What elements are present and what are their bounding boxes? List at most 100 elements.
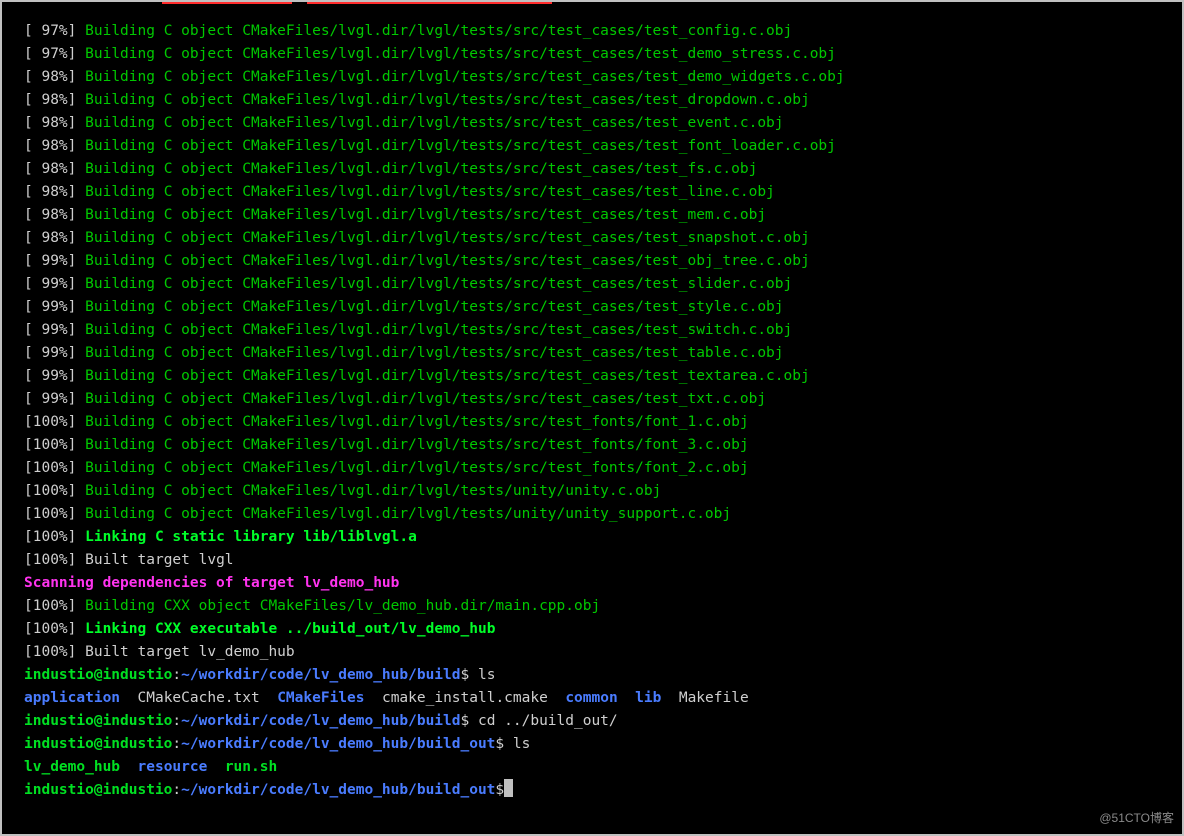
output-line: [ 97%] Building C object CMakeFiles/lvgl…	[24, 20, 1178, 43]
progress-bracket: [	[24, 184, 33, 200]
link-text: Linking CXX executable ../build_out/lv_d…	[85, 621, 495, 637]
progress-pct: 100%	[33, 437, 68, 453]
output-line: [ 98%] Building C object CMakeFiles/lvgl…	[24, 135, 1178, 158]
progress-bracket: ]	[68, 276, 85, 292]
prompt-path: ~/workdir/code/lv_demo_hub/build	[181, 713, 460, 729]
tab-indicator-2[interactable]	[307, 2, 552, 4]
progress-bracket: [	[24, 483, 33, 499]
progress-bracket: ]	[68, 621, 85, 637]
build-text: Building C object CMakeFiles/lvgl.dir/lv…	[85, 46, 836, 62]
output-line: [ 99%] Building C object CMakeFiles/lvgl…	[24, 319, 1178, 342]
ls-output: application CMakeCache.txt CMakeFiles cm…	[24, 687, 1178, 710]
prompt-dollar: $	[461, 713, 470, 729]
progress-bracket: ]	[68, 345, 85, 361]
dir-entry: lib	[635, 690, 661, 706]
dir-entry: CMakeFiles	[277, 690, 364, 706]
progress-pct: 99%	[33, 276, 68, 292]
dir-entry: application	[24, 690, 120, 706]
output-line: [100%] Built target lvgl	[24, 549, 1178, 572]
progress-bracket: ]	[68, 391, 85, 407]
dir-entry: resource	[138, 759, 208, 775]
progress-pct: 100%	[33, 552, 68, 568]
progress-pct: 98%	[33, 207, 68, 223]
output-line: [100%] Building C object CMakeFiles/lvgl…	[24, 480, 1178, 503]
output-line: [ 97%] Building C object CMakeFiles/lvgl…	[24, 43, 1178, 66]
progress-bracket: ]	[68, 69, 85, 85]
output-line: [ 98%] Building C object CMakeFiles/lvgl…	[24, 227, 1178, 250]
done-text: Built target lvgl	[85, 552, 233, 568]
progress-bracket: [	[24, 207, 33, 223]
prompt-sep: :	[172, 736, 181, 752]
prompt-path: ~/workdir/code/lv_demo_hub/build	[181, 667, 460, 683]
scan-line: Scanning dependencies of target lv_demo_…	[24, 572, 1178, 595]
file-entry: CMakeCache.txt	[138, 690, 260, 706]
progress-pct: 98%	[33, 138, 68, 154]
progress-pct: 98%	[33, 92, 68, 108]
build-text: Building C object CMakeFiles/lvgl.dir/lv…	[85, 345, 783, 361]
progress-pct: 98%	[33, 230, 68, 246]
prompt-line[interactable]: industio@industio:~/workdir/code/lv_demo…	[24, 779, 1178, 802]
exec-entry: lv_demo_hub	[24, 759, 120, 775]
build-text: Building C object CMakeFiles/lvgl.dir/lv…	[85, 506, 731, 522]
cursor	[504, 779, 513, 797]
progress-bracket: ]	[68, 230, 85, 246]
file-entry: Makefile	[679, 690, 749, 706]
build-text: Building C object CMakeFiles/lvgl.dir/lv…	[85, 368, 810, 384]
progress-bracket: ]	[68, 92, 85, 108]
output-line: [100%] Building C object CMakeFiles/lvgl…	[24, 457, 1178, 480]
progress-bracket: ]	[68, 437, 85, 453]
watermark: @51CTO博客	[1099, 807, 1174, 830]
command-text: ls	[469, 667, 495, 683]
progress-bracket: ]	[68, 552, 85, 568]
progress-pct: 98%	[33, 161, 68, 177]
progress-bracket: ]	[68, 115, 85, 131]
prompt-line[interactable]: industio@industio:~/workdir/code/lv_demo…	[24, 733, 1178, 756]
file-entry: cmake_install.cmake	[382, 690, 548, 706]
progress-bracket: [	[24, 621, 33, 637]
progress-bracket: ]	[68, 299, 85, 315]
dir-entry: common	[565, 690, 617, 706]
progress-bracket: [	[24, 46, 33, 62]
build-text: Building C object CMakeFiles/lvgl.dir/lv…	[85, 437, 748, 453]
output-line: [ 98%] Building C object CMakeFiles/lvgl…	[24, 112, 1178, 135]
scan-text: Scanning dependencies of target lv_demo_…	[24, 575, 399, 591]
progress-pct: 98%	[33, 184, 68, 200]
progress-bracket: [	[24, 115, 33, 131]
progress-bracket: [	[24, 529, 33, 545]
prompt-line[interactable]: industio@industio:~/workdir/code/lv_demo…	[24, 710, 1178, 733]
progress-bracket: [	[24, 644, 33, 660]
progress-bracket: ]	[68, 529, 85, 545]
prompt-path: ~/workdir/code/lv_demo_hub/build_out	[181, 736, 495, 752]
build-text: Building C object CMakeFiles/lvgl.dir/lv…	[85, 161, 757, 177]
build-text: Building C object CMakeFiles/lvgl.dir/lv…	[85, 115, 783, 131]
terminal-area[interactable]: [ 97%] Building C object CMakeFiles/lvgl…	[24, 20, 1178, 802]
progress-bracket: ]	[68, 368, 85, 384]
progress-bracket: ]	[68, 506, 85, 522]
progress-bracket: [	[24, 138, 33, 154]
progress-pct: 100%	[33, 529, 68, 545]
prompt-sep: :	[172, 782, 181, 798]
ls-output: lv_demo_hub resource run.sh	[24, 756, 1178, 779]
output-line: [100%] Building C object CMakeFiles/lvgl…	[24, 411, 1178, 434]
build-text: Building C object CMakeFiles/lvgl.dir/lv…	[85, 299, 783, 315]
output-line: [100%] Linking C static library lib/libl…	[24, 526, 1178, 549]
output-line: [ 99%] Building C object CMakeFiles/lvgl…	[24, 365, 1178, 388]
progress-pct: 100%	[33, 598, 68, 614]
output-line: [100%] Linking CXX executable ../build_o…	[24, 618, 1178, 641]
output-line: [ 98%] Building C object CMakeFiles/lvgl…	[24, 66, 1178, 89]
build-text: Building C object CMakeFiles/lvgl.dir/lv…	[85, 23, 792, 39]
build-text: Building C object CMakeFiles/lvgl.dir/lv…	[85, 184, 775, 200]
output-line: [ 99%] Building C object CMakeFiles/lvgl…	[24, 250, 1178, 273]
output-line: [ 98%] Building C object CMakeFiles/lvgl…	[24, 204, 1178, 227]
progress-bracket: ]	[68, 322, 85, 338]
prompt-user: industio@industio	[24, 667, 172, 683]
progress-pct: 100%	[33, 414, 68, 430]
progress-bracket: [	[24, 299, 33, 315]
exec-entry: run.sh	[225, 759, 277, 775]
output-line: [ 98%] Building C object CMakeFiles/lvgl…	[24, 181, 1178, 204]
tab-indicator-1[interactable]	[162, 2, 292, 4]
prompt-line[interactable]: industio@industio:~/workdir/code/lv_demo…	[24, 664, 1178, 687]
output-line: [100%] Built target lv_demo_hub	[24, 641, 1178, 664]
output-line: [100%] Building C object CMakeFiles/lvgl…	[24, 434, 1178, 457]
build-text: Building C object CMakeFiles/lvgl.dir/lv…	[85, 276, 792, 292]
